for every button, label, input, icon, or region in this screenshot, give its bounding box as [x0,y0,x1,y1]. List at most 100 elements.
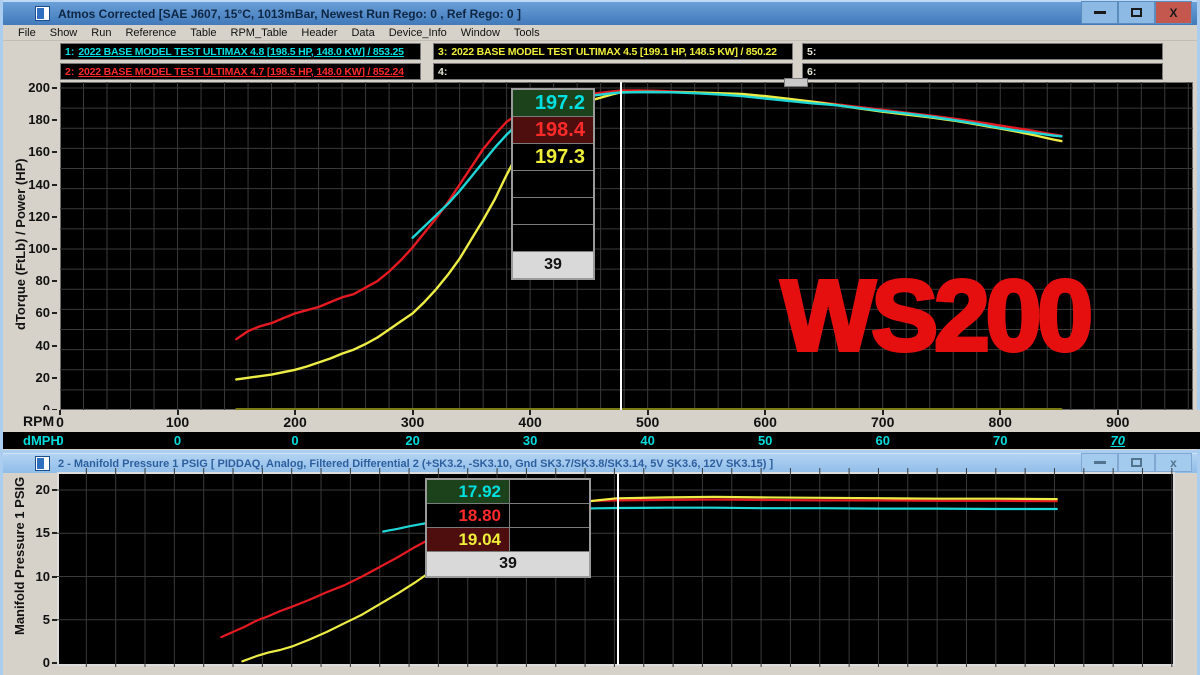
splitter-handle[interactable] [784,78,808,87]
dmph-tick-label: 40 [640,433,654,448]
run-slot-number: 3: [434,46,451,58]
run-slot-1[interactable]: 1:2022 BASE MODEL TEST ULTIMAX 4.8 [198.… [60,43,421,60]
menu-item-reference[interactable]: Reference [118,27,183,39]
dyno-main-window: Atmos Corrected [SAE J607, 15°C, 1013mBa… [0,0,1200,450]
readout-empty-row [513,225,593,252]
run-slot-6[interactable]: 6: [802,63,1163,80]
dmph-tick-label: 60 [875,433,889,448]
readout-empty-row [513,171,593,198]
cursor-readout-power: 197.2 198.4 197.3 39 [511,88,595,280]
rpm-tick-label: 700 [871,414,894,430]
run-slot-number: 1: [61,46,78,58]
readout-run3-pressure: 19.04 [427,528,509,552]
minimize-button[interactable] [1081,453,1118,472]
minimize-icon [1094,11,1106,14]
menu-item-rpm_table[interactable]: RPM_Table [224,27,295,39]
readout-run1-pressure: 17.92 [427,480,509,504]
minimize-button[interactable] [1081,1,1118,24]
y-tick-label: 140 [6,177,50,192]
readout-empty-cell [509,480,589,504]
y-tick-mark [52,216,57,218]
readout-empty-cell [509,528,589,552]
y-tick-label: 180 [6,112,50,127]
run-slot-description: 2022 BASE MODEL TEST ULTIMAX 4.8 [198.5 … [78,46,403,58]
rpm-tick-label: 0 [56,414,64,430]
trace-run-1-cyan [413,92,1062,238]
run-slot-number: 6: [803,66,820,78]
ws200-watermark: WS200 [781,266,1167,366]
dmph-tick-label: 70 [993,433,1007,448]
y-tick-label: 120 [6,209,50,224]
readout-cursor-value-bottom: 39 [427,552,589,576]
run-slot-3[interactable]: 3:2022 BASE MODEL TEST ULTIMAX 4.5 [199.… [433,43,793,60]
run-slot-number: 5: [803,46,820,58]
rpm-axis-strip: RPM 0100200300400500600700800900 [3,410,1200,432]
dmph-tick-label: 0 [291,433,298,448]
y-tick-label: 60 [6,305,50,320]
y-tick-label: 40 [6,338,50,353]
run-slot-description: 2022 BASE MODEL TEST ULTIMAX 4.7 [198.5 … [78,66,403,78]
readout-empty-row [513,198,593,225]
run-slot-description: 2022 BASE MODEL TEST ULTIMAX 4.5 [199.1 … [451,46,776,58]
menu-item-file[interactable]: File [11,27,43,39]
y-tick-label: 10 [6,569,50,584]
readout-run3-power: 197.3 [513,144,593,171]
close-button[interactable]: x [1155,453,1192,472]
pressure-titlebar[interactable]: 2 - Manifold Pressure 1 PSIG [ PIDDAQ, A… [3,453,1197,473]
cursor-line-top[interactable] [620,82,622,410]
readout-cursor-value-top: 39 [513,252,593,278]
rpm-tick-label: 200 [283,414,306,430]
y-tick-mark [52,312,57,314]
dmph-tick-label: 70 [1111,433,1125,448]
y-tick-mark [52,184,57,186]
y-tick-label: 15 [6,525,50,540]
dmph-tick-label: 50 [758,433,772,448]
run-slot-5[interactable]: 5: [802,43,1163,60]
y-tick-label: 5 [6,612,50,627]
rpm-tick-label: 900 [1106,414,1129,430]
menu-item-header[interactable]: Header [294,27,344,39]
y-tick-mark [52,87,57,89]
menu-item-device_info[interactable]: Device_Info [382,27,454,39]
manifold-pressure-window: 2 - Manifold Pressure 1 PSIG [ PIDDAQ, A… [0,450,1200,675]
dmph-tick-label: 20 [405,433,419,448]
readout-run1-power: 197.2 [513,90,593,117]
dmph-tick-label: 0 [56,433,63,448]
menu-item-data[interactable]: Data [344,27,381,39]
close-button[interactable]: X [1155,1,1192,24]
rpm-tick-label: 100 [166,414,189,430]
menu-item-run[interactable]: Run [84,27,118,39]
maximize-button[interactable] [1118,1,1155,24]
pressure-window-title: 2 - Manifold Pressure 1 PSIG [ PIDDAQ, A… [58,458,773,470]
readout-empty-cell [509,504,589,528]
rpm-tick-label: 500 [636,414,659,430]
run-slot-4[interactable]: 4: [433,63,793,80]
maximize-icon [1131,458,1142,467]
y-tick-label: 200 [6,80,50,95]
rpm-axis-title: RPM [23,413,54,429]
trace-run-2-red [221,500,1057,638]
y-tick-mark [52,248,57,250]
dmph-axis-title: dMPH [23,433,60,448]
run-slot-2[interactable]: 2:2022 BASE MODEL TEST ULTIMAX 4.7 [198.… [60,63,421,80]
run-slot-number: 2: [61,66,78,78]
y-tick-mark [52,280,57,282]
menu-item-window[interactable]: Window [454,27,507,39]
cursor-line-bottom[interactable] [617,473,619,665]
maximize-button[interactable] [1118,453,1155,472]
menu-item-tools[interactable]: Tools [507,27,547,39]
dmph-tick-label: 30 [523,433,537,448]
y-tick-mark [52,377,57,379]
rpm-tick-label: 600 [753,414,776,430]
maximize-icon [1131,8,1142,17]
rpm-tick-label: 400 [518,414,541,430]
app-icon [35,6,50,21]
cursor-readout-pressure: 17.92 18.80 19.04 39 [425,478,591,578]
y-tick-label: 20 [6,370,50,385]
main-window-title: Atmos Corrected [SAE J607, 15°C, 1013mBa… [58,7,521,21]
dmph-tick-label: 0 [174,433,181,448]
y-tick-mark [52,119,57,121]
main-titlebar[interactable]: Atmos Corrected [SAE J607, 15°C, 1013mBa… [3,0,1197,25]
menu-item-show[interactable]: Show [43,27,85,39]
menu-item-table[interactable]: Table [183,27,223,39]
